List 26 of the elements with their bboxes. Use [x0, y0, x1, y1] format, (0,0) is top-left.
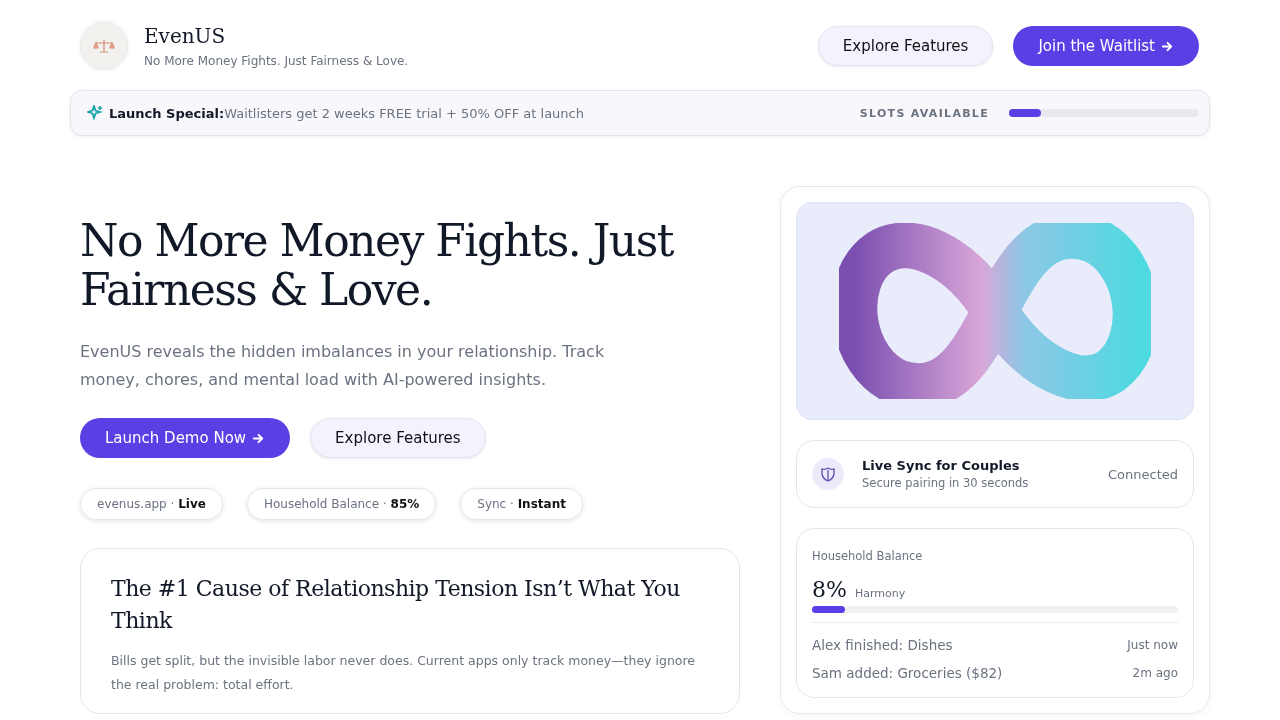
- promo-text: Waitlisters get 2 weeks FREE trial + 50% OFF at launch: [224, 105, 585, 121]
- sync-subtitle: Secure pairing in 30 seconds: [862, 476, 1029, 490]
- scales-icon: [93, 39, 115, 53]
- balance-title: Household Balance: [812, 549, 924, 563]
- activity-text: Alex finished: Dishes: [812, 637, 953, 653]
- activity-time: 2m ago: [1132, 666, 1178, 680]
- hero-description: EvenUS reveals the hidden imbalances in your relationship. Track money, chores, and mental load with AI-powered insights.: [80, 341, 606, 391]
- primary-button[interactable]: Launch Demo Now: [80, 418, 291, 458]
- card-text: Bills get split, but the invisible labor never does. Current apps only track money—they ignore the real problem: total effort.: [111, 652, 697, 694]
- card-heading: The #1 Cause of Relationship Tension Isn’t What You Think: [111, 575, 681, 635]
- connection-status: Connected: [1108, 466, 1178, 482]
- primary-button[interactable]: Join the Waitlist: [1013, 26, 1199, 66]
- shield-icon: [812, 458, 844, 490]
- balance-value: 8%: [812, 577, 847, 602]
- sparkle-icon: [87, 105, 103, 121]
- balance-label: Harmony: [854, 587, 906, 600]
- activity-time: Just now: [1127, 638, 1178, 652]
- activity-text: Sam added: Groceries ($82): [812, 665, 1003, 681]
- promo-title: Launch Special:: [109, 105, 225, 121]
- brand-tagline: No More Money Fights. Just Fairness & Love.: [144, 54, 409, 68]
- brand-name: EvenUS: [144, 24, 227, 48]
- secondary-button[interactable]: Explore Features: [310, 418, 486, 458]
- hero-heading: No More Money Fights. Just Fairness & Love.: [80, 216, 675, 314]
- secondary-button[interactable]: Explore Features: [817, 26, 994, 66]
- slots-label: SLOTS AVAILABLE: [859, 106, 989, 120]
- sync-title: Live Sync for Couples: [862, 458, 1021, 473]
